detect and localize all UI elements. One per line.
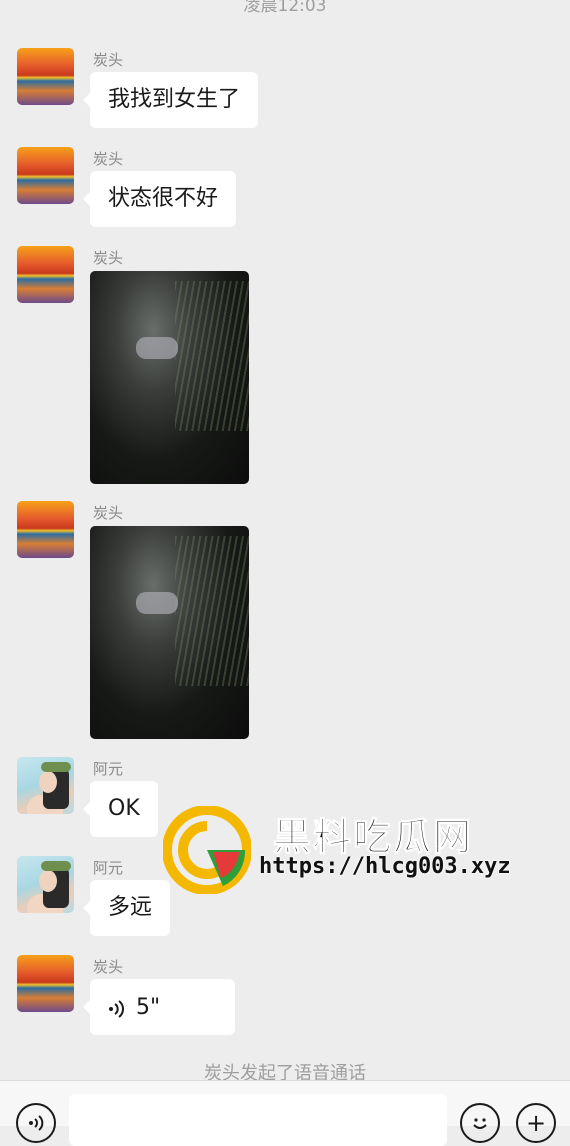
avatar-tantou[interactable]: [17, 48, 74, 105]
voice-duration: 5": [136, 995, 161, 1020]
text-message-bubble[interactable]: 状态很不好: [82, 171, 237, 227]
sender-name: 炭头: [93, 249, 124, 267]
sender-name: 炭头: [93, 958, 124, 976]
plus-icon: +: [525, 1109, 547, 1137]
photo-figure: [136, 337, 178, 359]
sender-name: 炭头: [93, 504, 124, 522]
sender-name: 炭头: [93, 150, 124, 168]
message-input[interactable]: [69, 1094, 447, 1146]
sender-name: 阿元: [93, 760, 124, 778]
photo-figure: [136, 592, 178, 614]
more-button[interactable]: +: [516, 1103, 556, 1143]
avatar-tantou[interactable]: [17, 246, 74, 303]
sender-name: 炭头: [93, 51, 124, 69]
avatar-ayuan[interactable]: [17, 757, 74, 814]
voice-icon: [29, 1115, 44, 1131]
avatar-tantou[interactable]: [17, 501, 74, 558]
photo-grass: [175, 536, 249, 686]
avatar-ayuan[interactable]: [17, 856, 74, 913]
avatar-tantou[interactable]: [17, 147, 74, 204]
watermark-url: https://hlcg003.xyz: [259, 854, 511, 879]
text-message-bubble[interactable]: 我找到女生了: [82, 72, 259, 128]
chat-input-bar: +: [0, 1080, 570, 1146]
voice-message-bubble[interactable]: 5": [83, 979, 235, 1035]
voice-toggle-button[interactable]: [16, 1103, 56, 1143]
avatar-tantou[interactable]: [17, 955, 74, 1012]
text-message-bubble[interactable]: 多远: [82, 880, 171, 936]
image-message[interactable]: [90, 526, 249, 739]
watermark-title: 黑料吃瓜网: [272, 815, 474, 860]
image-message[interactable]: [90, 271, 249, 484]
photo-grass: [175, 281, 249, 431]
sound-wave-icon: [108, 979, 124, 1035]
sender-name: 阿元: [93, 859, 124, 877]
emoji-icon: [473, 1118, 487, 1129]
watermark: 黑料吃瓜网 https://hlcg003.xyz: [163, 806, 523, 896]
emoji-button[interactable]: [460, 1103, 500, 1143]
text-message-bubble[interactable]: OK: [83, 781, 158, 837]
timestamp: 凌晨12:03: [243, 0, 327, 16]
watermark-logo: [163, 806, 251, 894]
